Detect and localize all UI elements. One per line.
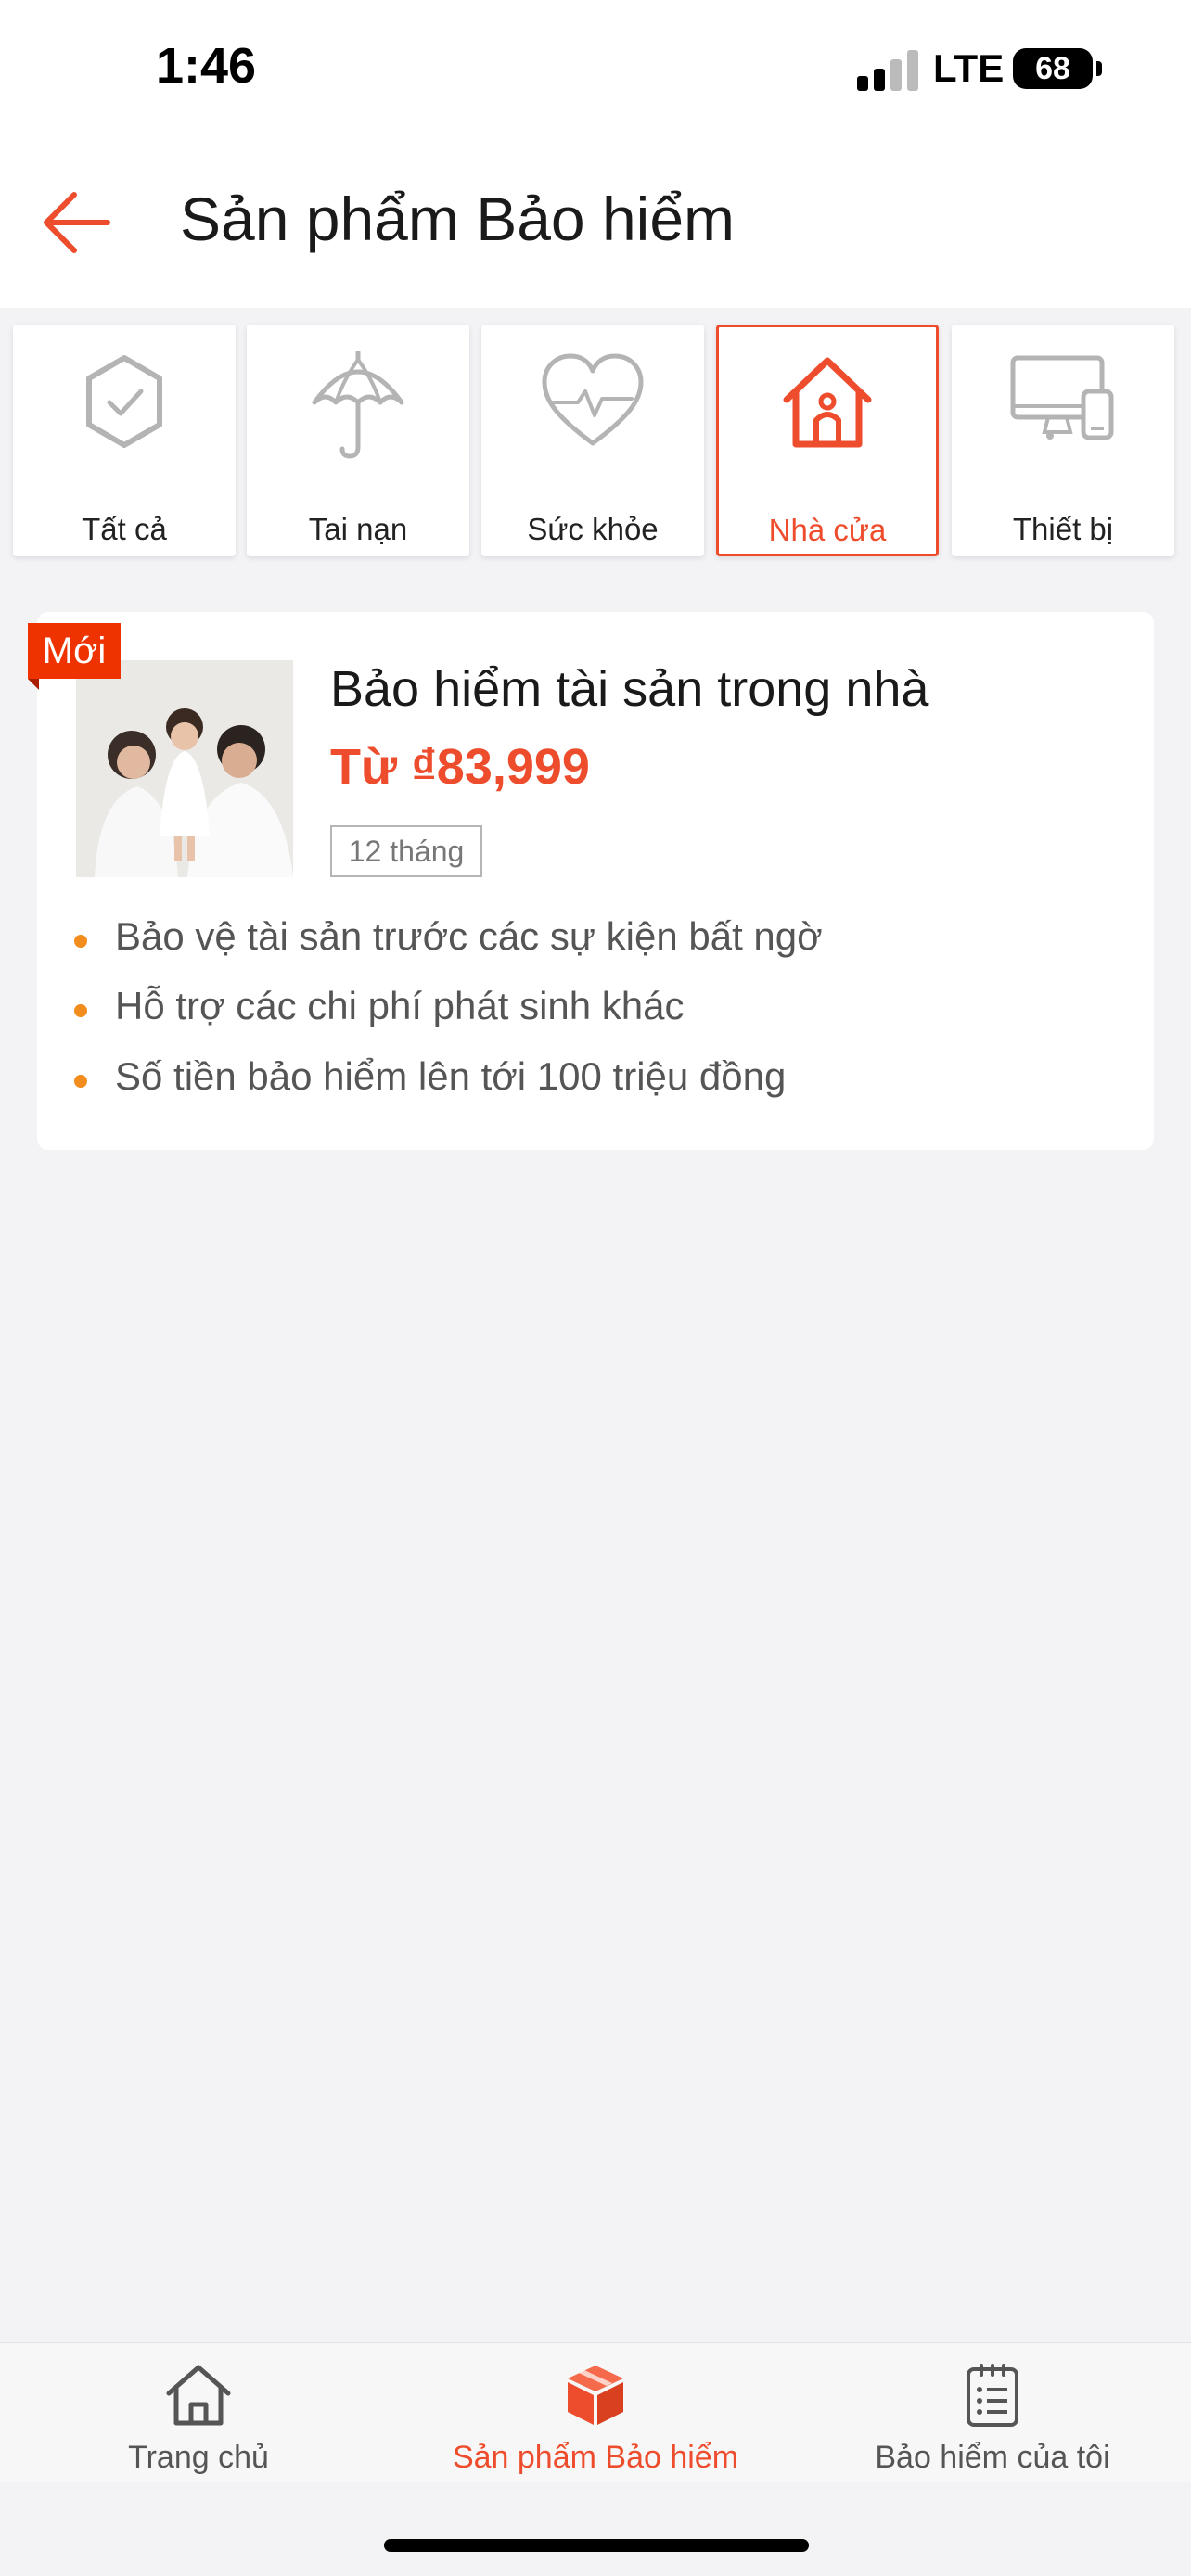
- bottom-nav: Trang chủ Sản phẩm Bảo hiểm Bảo hiểm của…: [0, 2342, 1191, 2482]
- nav-label: Trang chủ: [128, 2440, 269, 2475]
- badge-fold: [28, 679, 39, 690]
- category-label: Tất cả: [82, 512, 167, 546]
- product-image: [76, 660, 293, 877]
- network-type: LTE: [933, 46, 1005, 90]
- home-icon: [166, 2365, 231, 2426]
- shield-check-icon: [86, 355, 162, 448]
- nav-home[interactable]: Trang chủ: [0, 2343, 397, 2482]
- bullet-dot: [74, 935, 87, 948]
- category-tab-health[interactable]: Sức khỏe: [481, 325, 704, 556]
- product-price: Từ ₫83,999: [330, 739, 590, 795]
- battery-level: 68: [1035, 50, 1070, 86]
- bullet-dot: [74, 1004, 87, 1017]
- devices-icon: [1010, 355, 1114, 440]
- bullet-dot: [74, 1075, 87, 1088]
- signal-icon: [857, 50, 918, 91]
- category-tabs: Tất cả Tai nạn Sức khỏe Nhà cửa Thiết bị: [0, 308, 1191, 577]
- category-tab-home[interactable]: Nhà cửa: [716, 325, 939, 556]
- new-badge: Mới: [28, 623, 121, 679]
- category-label: Thiết bị: [1012, 512, 1114, 546]
- status-bar: 1:46 LTE 68: [0, 0, 1191, 139]
- category-tab-devices[interactable]: Thiết bị: [952, 325, 1174, 556]
- back-button[interactable]: [37, 185, 121, 260]
- umbrella-icon: [312, 351, 404, 459]
- page-title: Sản phẩm Bảo hiểm: [180, 185, 736, 253]
- term-tag: 12 tháng: [330, 825, 482, 877]
- category-tab-all[interactable]: Tất cả: [13, 325, 236, 556]
- product-title[interactable]: Bảo hiểm tài sản trong nhà: [330, 660, 928, 718]
- nav-label: Sản phẩm Bảo hiểm: [452, 2440, 739, 2475]
- arrow-left-icon: [44, 192, 110, 253]
- heart-pulse-icon: [542, 353, 644, 446]
- benefit-text: Bảo vệ tài sản trước các sự kiện bất ngờ: [115, 914, 823, 958]
- battery-nub: [1096, 61, 1102, 76]
- header: Sản phẩm Bảo hiểm: [0, 139, 1191, 308]
- status-time: 1:46: [156, 38, 257, 94]
- family-photo-icon: [76, 660, 293, 877]
- clipboard-list-icon: [967, 2364, 1018, 2427]
- product-box-icon: [568, 2366, 623, 2425]
- benefit-text: Số tiền bảo hiểm lên tới 100 triệu đồng: [115, 1054, 787, 1098]
- category-label: Sức khỏe: [527, 512, 659, 546]
- category-label: Tai nạn: [308, 512, 408, 546]
- battery-icon: 68: [1013, 48, 1093, 89]
- category-tab-accident[interactable]: Tai nạn: [247, 325, 469, 556]
- house-icon: [783, 357, 872, 448]
- category-label: Nhà cửa: [768, 513, 887, 547]
- benefit-text: Hỗ trợ các chi phí phát sinh khác: [115, 984, 685, 1027]
- nav-my-insurance[interactable]: Bảo hiểm của tôi: [794, 2343, 1191, 2482]
- nav-products[interactable]: Sản phẩm Bảo hiểm: [397, 2343, 794, 2482]
- nav-label: Bảo hiểm của tôi: [875, 2440, 1110, 2475]
- home-indicator[interactable]: [384, 2539, 809, 2552]
